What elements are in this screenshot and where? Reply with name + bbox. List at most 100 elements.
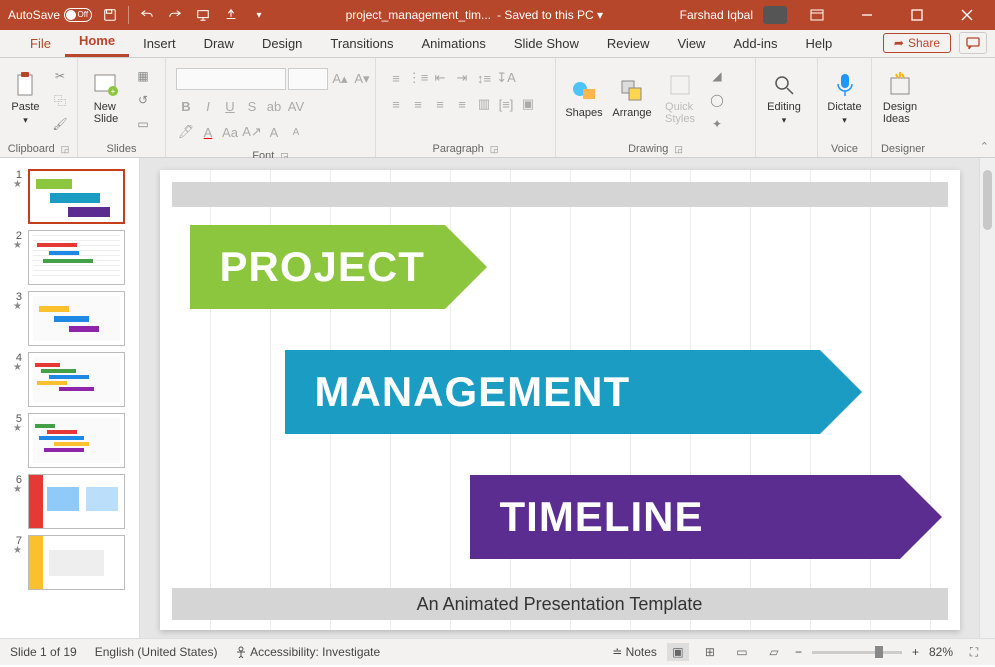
- collapse-ribbon-icon[interactable]: ⌃: [980, 140, 989, 153]
- zoom-out-icon[interactable]: −: [795, 645, 802, 659]
- columns-icon[interactable]: ▥: [474, 94, 494, 114]
- grow-icon[interactable]: A: [264, 122, 284, 142]
- accessibility-status[interactable]: Accessibility: Investigate: [235, 645, 380, 659]
- paragraph-launcher-icon[interactable]: ◲: [490, 144, 499, 155]
- drawing-launcher-icon[interactable]: ◲: [674, 144, 683, 155]
- bold-icon[interactable]: B: [176, 96, 196, 116]
- toggle-switch[interactable]: Off: [64, 8, 92, 22]
- shrink-icon[interactable]: A: [286, 122, 306, 142]
- normal-view-icon[interactable]: ▣: [667, 643, 689, 661]
- tab-view[interactable]: View: [664, 30, 720, 57]
- thumbnail-slide-3[interactable]: [28, 291, 125, 346]
- increase-font-icon[interactable]: A▴: [330, 69, 350, 89]
- arrow-timeline[interactable]: TIMELINE: [470, 475, 900, 559]
- editing-button[interactable]: Editing▾: [762, 62, 806, 134]
- maximize-button[interactable]: [897, 0, 937, 30]
- comments-button[interactable]: [959, 32, 987, 54]
- paste-button[interactable]: Paste▾: [6, 62, 45, 134]
- arrow-project[interactable]: PROJECT: [190, 225, 445, 309]
- align-right-icon[interactable]: ≡: [430, 94, 450, 114]
- slideshow-start-icon[interactable]: [193, 5, 213, 25]
- reset-icon[interactable]: ↺: [132, 90, 154, 110]
- thumbnail-7[interactable]: 7★: [0, 532, 139, 593]
- save-icon[interactable]: [100, 5, 120, 25]
- sorter-view-icon[interactable]: ⊞: [699, 643, 721, 661]
- char-spacing-icon[interactable]: AV: [286, 96, 306, 116]
- font-size-combo[interactable]: [288, 68, 328, 90]
- bullets-icon[interactable]: ≡: [386, 68, 406, 88]
- shapes-button[interactable]: Shapes: [562, 62, 606, 134]
- zoom-slider[interactable]: [812, 651, 902, 654]
- thumbnail-4[interactable]: 4★: [0, 349, 139, 410]
- thumbnail-slide-5[interactable]: [28, 413, 125, 468]
- indent-dec-icon[interactable]: ⇤: [430, 68, 450, 88]
- arrange-button[interactable]: Arrange: [610, 62, 654, 134]
- decrease-font-icon[interactable]: A▾: [352, 69, 372, 89]
- design-ideas-button[interactable]: Design Ideas: [878, 62, 922, 134]
- thumbnail-slide-1[interactable]: [28, 169, 125, 224]
- italic-icon[interactable]: I: [198, 96, 218, 116]
- clear-format-icon[interactable]: A↗: [242, 122, 262, 142]
- indent-inc-icon[interactable]: ⇥: [452, 68, 472, 88]
- numbering-icon[interactable]: ⋮≡: [408, 68, 428, 88]
- thumbnail-2[interactable]: 2★: [0, 227, 139, 288]
- smartart-convert-icon[interactable]: ▣: [518, 94, 538, 114]
- shape-effects-icon[interactable]: ✦: [706, 114, 728, 134]
- tab-insert[interactable]: Insert: [129, 30, 190, 57]
- zoom-level[interactable]: 82%: [929, 645, 953, 659]
- arrow-management[interactable]: MANAGEMENT: [285, 350, 820, 434]
- align-text-icon[interactable]: [≡]: [496, 94, 516, 114]
- minimize-button[interactable]: [847, 0, 887, 30]
- tab-help[interactable]: Help: [792, 30, 847, 57]
- tab-file[interactable]: File: [16, 30, 65, 57]
- slide-subtitle[interactable]: An Animated Presentation Template: [172, 588, 948, 620]
- tab-design[interactable]: Design: [248, 30, 316, 57]
- touch-mode-icon[interactable]: [221, 5, 241, 25]
- qat-customize-icon[interactable]: ▾: [249, 5, 269, 25]
- thumbnail-slide-2[interactable]: [28, 230, 125, 285]
- slideshow-view-icon[interactable]: ▱: [763, 643, 785, 661]
- change-case-icon[interactable]: Aa: [220, 122, 240, 142]
- cut-icon[interactable]: ✂: [49, 66, 71, 86]
- notes-button[interactable]: ≐ Notes: [612, 645, 657, 659]
- highlight-icon[interactable]: 🖊: [176, 122, 196, 142]
- thumbnail-5[interactable]: 5★: [0, 410, 139, 471]
- undo-icon[interactable]: [137, 5, 157, 25]
- underline-icon[interactable]: U: [220, 96, 240, 116]
- user-avatar[interactable]: [763, 6, 787, 24]
- clipboard-launcher-icon[interactable]: ◲: [61, 144, 70, 155]
- align-center-icon[interactable]: ≡: [408, 94, 428, 114]
- thumbnail-6[interactable]: 6★: [0, 471, 139, 532]
- close-button[interactable]: [947, 0, 987, 30]
- copy-icon[interactable]: ⿻: [49, 90, 71, 110]
- section-icon[interactable]: ▭: [132, 114, 154, 134]
- slide-canvas[interactable]: PROJECT MANAGEMENT TIMELINE An Animated …: [160, 170, 960, 630]
- thumbnail-3[interactable]: 3★: [0, 288, 139, 349]
- fit-window-icon[interactable]: ⛶: [963, 643, 985, 661]
- shadow-icon[interactable]: ab: [264, 96, 284, 116]
- layout-icon[interactable]: ▦: [132, 66, 154, 86]
- shape-fill-icon[interactable]: ◢: [706, 66, 728, 86]
- thumbnail-slide-4[interactable]: [28, 352, 125, 407]
- strike-icon[interactable]: S: [242, 96, 262, 116]
- vertical-scrollbar[interactable]: [979, 158, 995, 638]
- tab-review[interactable]: Review: [593, 30, 664, 57]
- tab-transitions[interactable]: Transitions: [316, 30, 407, 57]
- thumbnail-slide-7[interactable]: [28, 535, 125, 590]
- quick-styles-button[interactable]: Quick Styles: [658, 62, 702, 134]
- thumbnail-panel[interactable]: 1★ 2★ 3★ 4★: [0, 158, 140, 638]
- tab-animations[interactable]: Animations: [408, 30, 500, 57]
- user-name[interactable]: Farshad Iqbal: [680, 8, 753, 22]
- slide-editor[interactable]: PROJECT MANAGEMENT TIMELINE An Animated …: [140, 158, 979, 638]
- thumbnail-1[interactable]: 1★: [0, 166, 139, 227]
- autosave-toggle[interactable]: AutoSave Off: [8, 8, 92, 22]
- shape-outline-icon[interactable]: ◯: [706, 90, 728, 110]
- dictate-button[interactable]: Dictate▾: [824, 62, 865, 134]
- new-slide-button[interactable]: + New Slide: [84, 62, 128, 134]
- format-painter-icon[interactable]: 🖌: [49, 114, 71, 134]
- thumbnail-slide-6[interactable]: [28, 474, 125, 529]
- font-color-icon[interactable]: A: [198, 122, 218, 142]
- tab-draw[interactable]: Draw: [190, 30, 248, 57]
- share-button[interactable]: ➦Share: [883, 33, 951, 53]
- line-spacing-icon[interactable]: ↕≡: [474, 68, 494, 88]
